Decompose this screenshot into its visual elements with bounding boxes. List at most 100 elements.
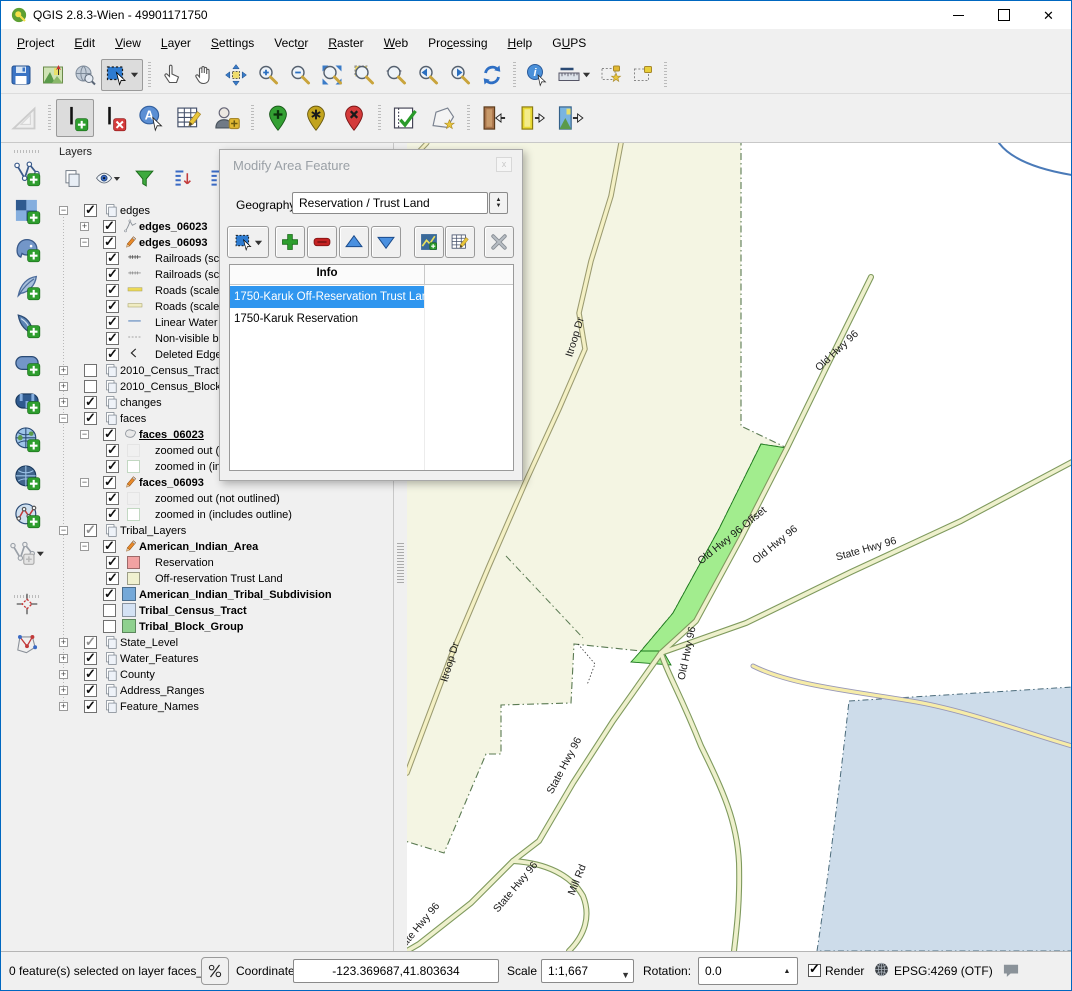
- delete-point-button[interactable]: [335, 99, 373, 137]
- add-group-button[interactable]: [59, 165, 85, 191]
- layer-label[interactable]: Tribal_Block_Group: [139, 619, 244, 635]
- export-map-button[interactable]: [551, 99, 589, 137]
- layer-checkbox[interactable]: [84, 380, 97, 393]
- pan-map-button[interactable]: [188, 59, 220, 91]
- show-bookmarks-button[interactable]: [627, 59, 659, 91]
- filter-legend-button[interactable]: [131, 165, 157, 191]
- layer-label[interactable]: changes: [120, 395, 162, 411]
- layer-label[interactable]: Roads (scale: [155, 299, 219, 315]
- layer-label[interactable]: Tribal_Census_Tract: [139, 603, 247, 619]
- globe-search-button[interactable]: [69, 59, 101, 91]
- layer-label[interactable]: zoomed out (: [155, 443, 219, 459]
- dialog-close-list-button[interactable]: [484, 226, 514, 258]
- splitter-grip[interactable]: [397, 543, 404, 583]
- layer-label[interactable]: faces_06023: [139, 427, 204, 443]
- layer-label[interactable]: Off-reservation Trust Land: [155, 571, 283, 587]
- layer-checkbox[interactable]: ✓: [106, 332, 119, 345]
- touch-zoom-button[interactable]: [156, 59, 188, 91]
- layer-label[interactable]: faces_06093: [139, 475, 204, 491]
- layer-checkbox[interactable]: ✓: [103, 588, 116, 601]
- import-project-button[interactable]: [475, 99, 513, 137]
- layer-label[interactable]: 2010_Census_Tract: [120, 363, 219, 379]
- measure-button-dropdown-icon[interactable]: [582, 66, 591, 84]
- geography-combo-spinner[interactable]: ▲▼: [489, 192, 508, 214]
- modify-point-button[interactable]: [297, 99, 335, 137]
- layer-checkbox[interactable]: ✓: [103, 540, 116, 553]
- layer-label[interactable]: zoomed in (in: [155, 459, 221, 475]
- layer-checkbox[interactable]: ✓: [84, 636, 97, 649]
- dialog-attribute-table-button[interactable]: [445, 226, 475, 258]
- layer-checkbox[interactable]: ✓: [103, 220, 116, 233]
- save-project-button[interactable]: [5, 59, 37, 91]
- identify-features-button[interactable]: i: [521, 59, 553, 91]
- crs-globe-icon[interactable]: [873, 961, 890, 978]
- expand-icon[interactable]: +: [59, 638, 68, 647]
- zoom-to-layer-button[interactable]: [380, 59, 412, 91]
- collapse-icon[interactable]: −: [59, 206, 68, 215]
- layer-label[interactable]: Roads (scale: [155, 283, 219, 299]
- dialog-map-add-button[interactable]: [414, 226, 444, 258]
- info-table-row[interactable]: 1750-Karuk Off-Reservation Trust Land: [230, 286, 424, 308]
- zoom-in-button[interactable]: [252, 59, 284, 91]
- add-wfs-layer-button[interactable]: [9, 497, 45, 533]
- add-linear-feature-button[interactable]: [56, 99, 94, 137]
- add-vector-layer-button[interactable]: [9, 155, 45, 191]
- layer-label[interactable]: Water_Features: [120, 651, 198, 667]
- new-bookmark-button[interactable]: [595, 59, 627, 91]
- layer-checkbox[interactable]: [103, 620, 116, 633]
- dialog-move-down-button[interactable]: [371, 226, 401, 258]
- layer-label[interactable]: Railroads (sc: [155, 267, 219, 283]
- menu-layer[interactable]: Layer: [151, 32, 201, 54]
- refresh-button[interactable]: [476, 59, 508, 91]
- layer-label[interactable]: Address_Ranges: [120, 683, 204, 699]
- collapse-icon[interactable]: −: [59, 526, 68, 535]
- menu-vector[interactable]: Vector: [264, 32, 318, 54]
- layer-checkbox[interactable]: ✓: [106, 252, 119, 265]
- menu-project[interactable]: Project: [7, 32, 64, 54]
- collapse-icon[interactable]: −: [59, 414, 68, 423]
- menu-processing[interactable]: Processing: [418, 32, 497, 54]
- select-rectangle-tool-button[interactable]: [101, 59, 143, 91]
- layer-label[interactable]: Reservation: [155, 555, 214, 571]
- rotation-spin-arrows[interactable]: ▲▼: [779, 959, 795, 983]
- expand-icon[interactable]: +: [59, 670, 68, 679]
- layer-label[interactable]: edges_06023: [139, 219, 208, 235]
- add-point-button[interactable]: [259, 99, 297, 137]
- layer-checkbox[interactable]: ✓: [106, 444, 119, 457]
- add-raster-layer-button[interactable]: [9, 193, 45, 229]
- dialog-delete-record-button[interactable]: [307, 226, 337, 258]
- layer-label[interactable]: edges: [120, 203, 150, 219]
- expand-icon[interactable]: +: [59, 686, 68, 695]
- layer-label[interactable]: Linear Water: [155, 315, 218, 331]
- expand-icon[interactable]: +: [59, 654, 68, 663]
- delete-linear-feature-button[interactable]: [94, 99, 132, 137]
- layer-checkbox[interactable]: ✓: [84, 668, 97, 681]
- layer-label[interactable]: faces: [120, 411, 146, 427]
- epsg-status[interactable]: EPSG:4269 (OTF): [894, 964, 993, 978]
- manage-visibility-button[interactable]: [95, 165, 121, 191]
- coordinate-toggle-button[interactable]: [201, 957, 229, 985]
- zoom-next-button[interactable]: [444, 59, 476, 91]
- validate-map-button[interactable]: [386, 99, 424, 137]
- collapse-icon[interactable]: −: [80, 478, 89, 487]
- layer-label[interactable]: zoomed out (not outlined): [155, 491, 280, 507]
- zoom-out-button[interactable]: [284, 59, 316, 91]
- add-db2-layer-button[interactable]: [9, 383, 45, 419]
- layer-checkbox[interactable]: ✓: [106, 508, 119, 521]
- layer-checkbox[interactable]: ✓: [106, 268, 119, 281]
- menu-gups[interactable]: GUPS: [542, 32, 596, 54]
- info-column-header[interactable]: Info: [230, 267, 424, 279]
- render-checkbox[interactable]: ✓: [808, 964, 821, 977]
- layer-checkbox[interactable]: ✓: [106, 460, 119, 473]
- close-button[interactable]: ✕: [1026, 1, 1071, 29]
- layer-label[interactable]: Tribal_Layers: [120, 523, 186, 539]
- layer-checkbox[interactable]: ✓: [106, 284, 119, 297]
- rotation-spinbox[interactable]: 0.0 ▲▼: [698, 957, 798, 985]
- layer-checkbox[interactable]: ✓: [106, 572, 119, 585]
- pan-to-selection-button[interactable]: [220, 59, 252, 91]
- select-rectangle-tool-button-dropdown-icon[interactable]: [130, 66, 139, 84]
- dialog-move-up-button[interactable]: [339, 226, 369, 258]
- add-spatialite-layer-button[interactable]: [9, 269, 45, 305]
- new-map-button[interactable]: [37, 59, 69, 91]
- zoom-last-button[interactable]: [412, 59, 444, 91]
